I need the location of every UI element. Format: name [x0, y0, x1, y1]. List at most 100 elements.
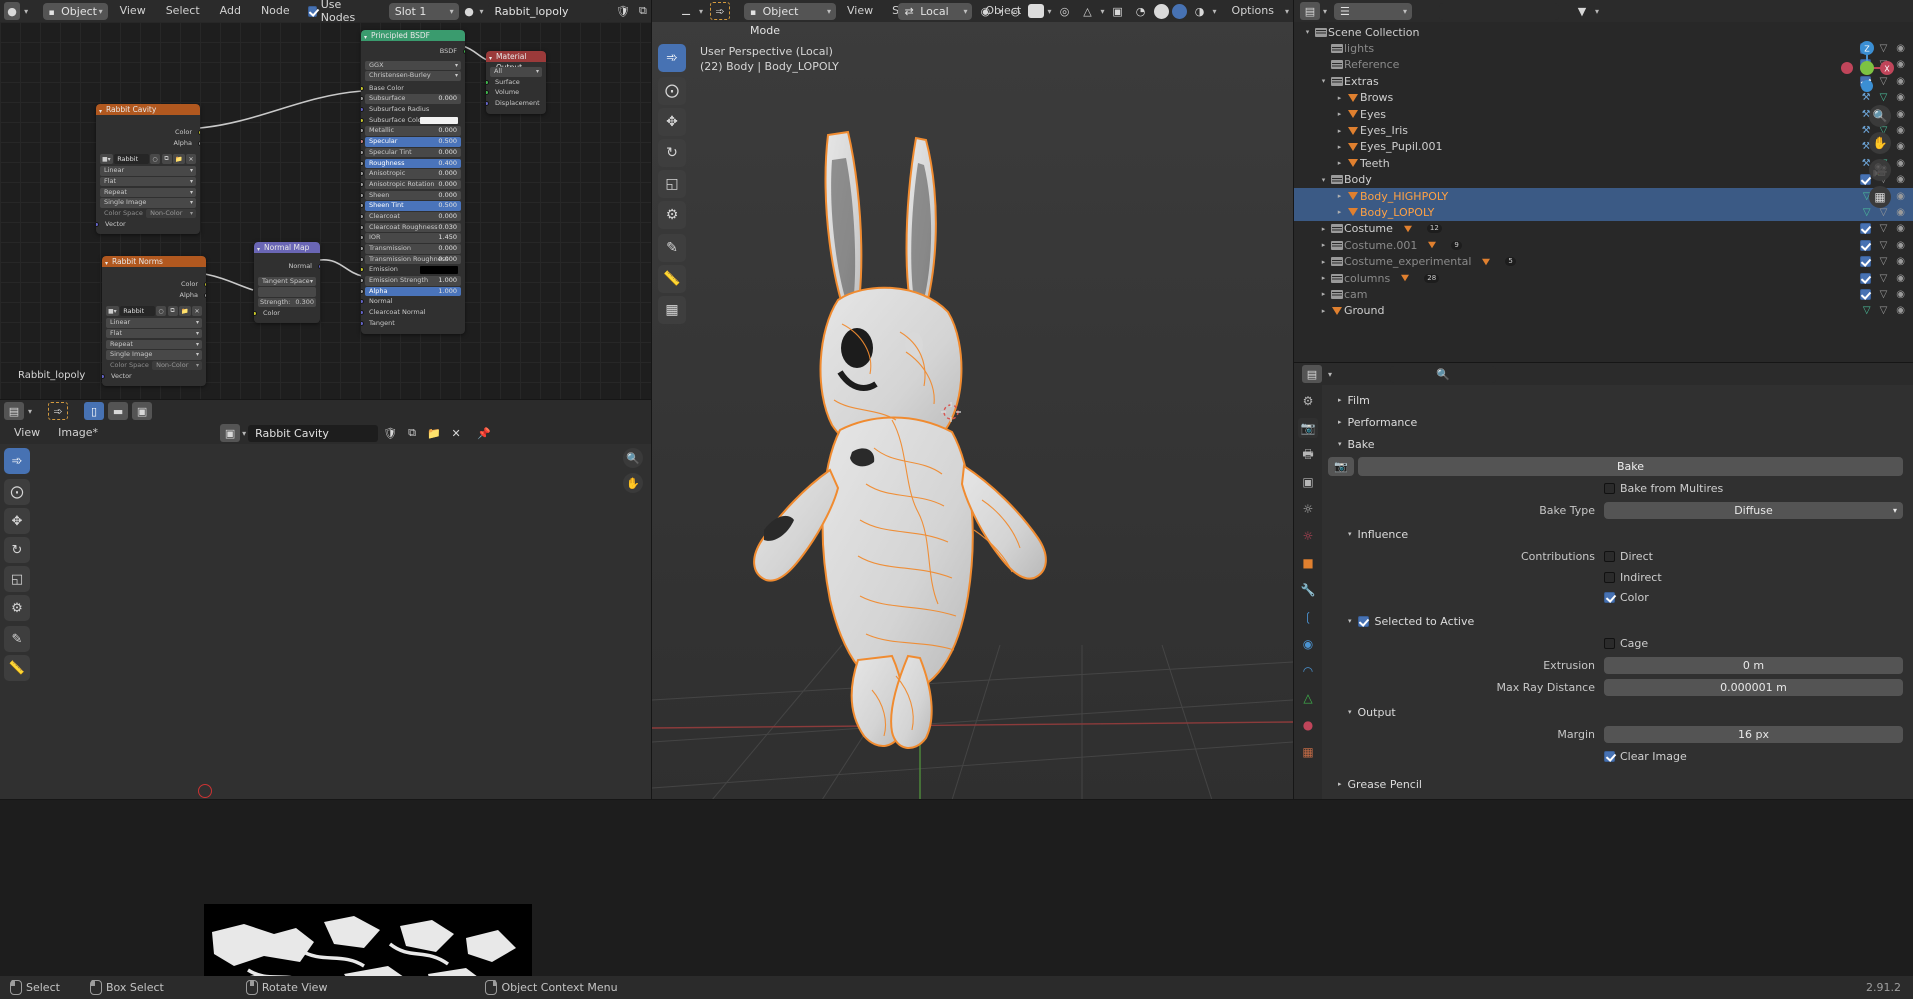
unlink-icon[interactable]: ✕ — [446, 424, 466, 442]
3d-viewport[interactable] — [652, 0, 1293, 800]
node-editor-type-icon[interactable]: ● — [4, 2, 21, 20]
margin-field[interactable]: 16 px — [1604, 726, 1903, 743]
filter-icon[interactable]: ▽ — [1880, 240, 1888, 251]
outliner-row[interactable]: ▸ Eyes_Iris ⚒ ▽ ◉ — [1294, 122, 1913, 138]
colorspace-select[interactable]: Non-Color ▾ — [152, 360, 202, 371]
color-swatch[interactable] — [420, 266, 458, 274]
panel-grease-pencil[interactable]: ▸ Grease Pencil — [1328, 774, 1907, 794]
panel-output[interactable]: ▾ Output — [1328, 702, 1907, 722]
bsdf-input-row[interactable]: IOR 1.450 — [361, 233, 461, 243]
input-socket[interactable] — [361, 203, 364, 209]
outliner-row[interactable]: ▸ Body_LOPOLY ▽ ▽ ◉ — [1294, 204, 1913, 221]
distribution-select[interactable]: GGX ▾ — [365, 60, 461, 70]
camera-view-icon[interactable]: 🎥 — [1869, 159, 1891, 181]
material-name-field[interactable]: Rabbit_lopoly — [487, 2, 611, 20]
input-socket[interactable] — [361, 299, 364, 305]
divider-node-viewport[interactable] — [651, 0, 652, 800]
fake-user-icon[interactable]: ○ — [150, 154, 161, 165]
open-folder-icon[interactable]: 📁 — [173, 154, 185, 165]
wireframe-shading-icon[interactable]: ◔ — [1131, 2, 1151, 20]
fake-user-icon[interactable]: 🛡 — [380, 424, 400, 442]
bsdf-input-row[interactable]: Emission Strength 1.000 — [361, 276, 461, 286]
input-socket[interactable] — [361, 128, 364, 134]
collapse-icon[interactable]: ▾ — [489, 53, 492, 64]
node-header-normal-map[interactable]: ▾ Normal Map — [254, 242, 320, 253]
bsdf-input-row[interactable]: Metallic 0.000 — [361, 126, 461, 136]
panel-influence[interactable]: ▾ Influence — [1328, 524, 1907, 544]
input-socket[interactable] — [361, 288, 364, 294]
color-checkbox[interactable] — [1604, 592, 1615, 603]
eye-icon[interactable]: ◉ — [1896, 207, 1905, 218]
panel-film[interactable]: ▸ Film — [1328, 390, 1907, 410]
input-socket[interactable] — [361, 224, 364, 230]
pin-icon[interactable]: 📌 — [474, 424, 494, 442]
pan-icon[interactable]: ✋ — [623, 473, 643, 493]
chevron-down-icon[interactable]: ▾ — [1318, 77, 1329, 85]
object-mode-dropdown[interactable]: ▪ Object Mode ▾ — [744, 2, 837, 37]
tool-annotate-icon[interactable]: ✎ — [658, 234, 686, 262]
duplicate-icon[interactable]: ⧉ — [402, 424, 422, 442]
divider-viewport-outliner[interactable] — [1293, 0, 1294, 800]
viewport-options-label[interactable]: Options — [1224, 2, 1282, 20]
node-principled-bsdf[interactable]: ▾ Principled BSDF BSDF GGX ▾ Christensen-… — [361, 30, 465, 334]
input-socket[interactable] — [361, 171, 364, 177]
eye-icon[interactable]: ◉ — [1896, 191, 1905, 202]
source-select[interactable]: Single Image ▾ — [100, 198, 196, 208]
tool-transform-icon[interactable]: ⚙ — [658, 201, 686, 229]
colorspace-row[interactable]: Color Space Non-Color ▾ — [100, 208, 196, 219]
collection-enable-checkbox[interactable] — [1859, 239, 1871, 251]
contribution-color-toggle[interactable]: Color — [1604, 591, 1903, 604]
panel-selected-to-active[interactable]: ▾ Selected to Active — [1328, 611, 1907, 631]
image-datablock-row[interactable]: ■▾ Rabbit Cavity ○ ⧉ 📁 ✕ — [100, 154, 196, 173]
filter-icon[interactable]: ▽ — [1880, 273, 1888, 284]
panel-performance[interactable]: ▸ Performance — [1328, 412, 1907, 432]
chevron-down-icon[interactable]: ▾ — [1302, 28, 1313, 36]
filter-icon[interactable]: ▼ — [1572, 2, 1592, 20]
mesh-data-icon[interactable]: ▽ — [1863, 207, 1871, 218]
open-folder-icon[interactable]: 📁 — [179, 306, 191, 317]
outliner-row[interactable]: ▸ columns 28 ▽ ◉ — [1294, 270, 1913, 286]
bake-type-dropdown[interactable]: Diffuse ▾ — [1604, 502, 1903, 519]
select-box-tool-icon[interactable]: ➾ — [710, 2, 731, 20]
image-editor-canvas[interactable]: 🔍 ✋ — [0, 444, 651, 999]
bsdf-input-row[interactable]: Normal — [361, 297, 461, 307]
tab-world[interactable]: ☼ — [1298, 526, 1318, 546]
tool-rotate-icon[interactable]: ↻ — [4, 537, 30, 563]
unlink-icon[interactable]: ✕ — [186, 154, 196, 165]
eye-icon[interactable]: ◉ — [1896, 256, 1905, 267]
outliner-row[interactable]: ▸Teeth⚒▽◉ — [1294, 155, 1913, 171]
eye-icon[interactable]: ◉ — [1896, 109, 1905, 120]
properties-search-input[interactable]: 🔍 — [1390, 365, 1497, 383]
display-mode-dropdown[interactable]: ☰ ▾ — [1334, 2, 1413, 20]
render-icon[interactable]: 📷 — [1328, 457, 1354, 476]
tool-select-box-icon[interactable]: ➾ — [658, 44, 686, 72]
eye-icon[interactable]: ◉ — [1896, 76, 1905, 87]
eye-icon[interactable]: ◉ — [1896, 125, 1905, 136]
editor-type-chevron-icon[interactable]: ▾ — [24, 7, 28, 16]
chevron-right-icon[interactable]: ▸ — [1318, 307, 1329, 315]
eye-icon[interactable]: ◉ — [1896, 305, 1905, 316]
chevron-right-icon[interactable]: ▸ — [1334, 127, 1345, 135]
tool-scale-icon[interactable]: ◱ — [658, 170, 686, 198]
bsdf-input-row[interactable]: Subsurface 0.000 — [361, 94, 461, 104]
snap-magnet-icon[interactable]: ⚊ — [676, 2, 696, 20]
properties-editor-type-icon[interactable]: ▤ — [1302, 365, 1322, 383]
tab-render[interactable]: 📷 — [1298, 418, 1318, 438]
uv-map-select[interactable] — [258, 287, 316, 297]
output-socket-bsdf[interactable] — [462, 49, 465, 54]
outliner-row[interactable]: Reference▽◉ — [1294, 57, 1913, 73]
outliner-row[interactable]: ▸ cam ▽ ◉ — [1294, 286, 1913, 302]
filter-icon[interactable]: ▽ — [1880, 256, 1888, 267]
tab-material[interactable]: ● — [1298, 715, 1318, 735]
tool-move-icon[interactable]: ✥ — [658, 108, 686, 136]
input-socket-color[interactable] — [254, 310, 257, 316]
output-socket-color[interactable] — [203, 282, 206, 287]
tool-cursor-icon[interactable]: ⨀ — [4, 479, 30, 505]
input-socket[interactable] — [361, 320, 364, 326]
unlink-icon[interactable]: ✕ — [192, 306, 202, 317]
input-socket[interactable] — [361, 85, 364, 91]
cage-checkbox[interactable] — [1604, 638, 1615, 649]
bsdf-input-row[interactable]: Base Color — [361, 84, 461, 94]
color-swatch[interactable] — [420, 116, 458, 125]
collection-enable-checkbox[interactable] — [1859, 256, 1871, 268]
